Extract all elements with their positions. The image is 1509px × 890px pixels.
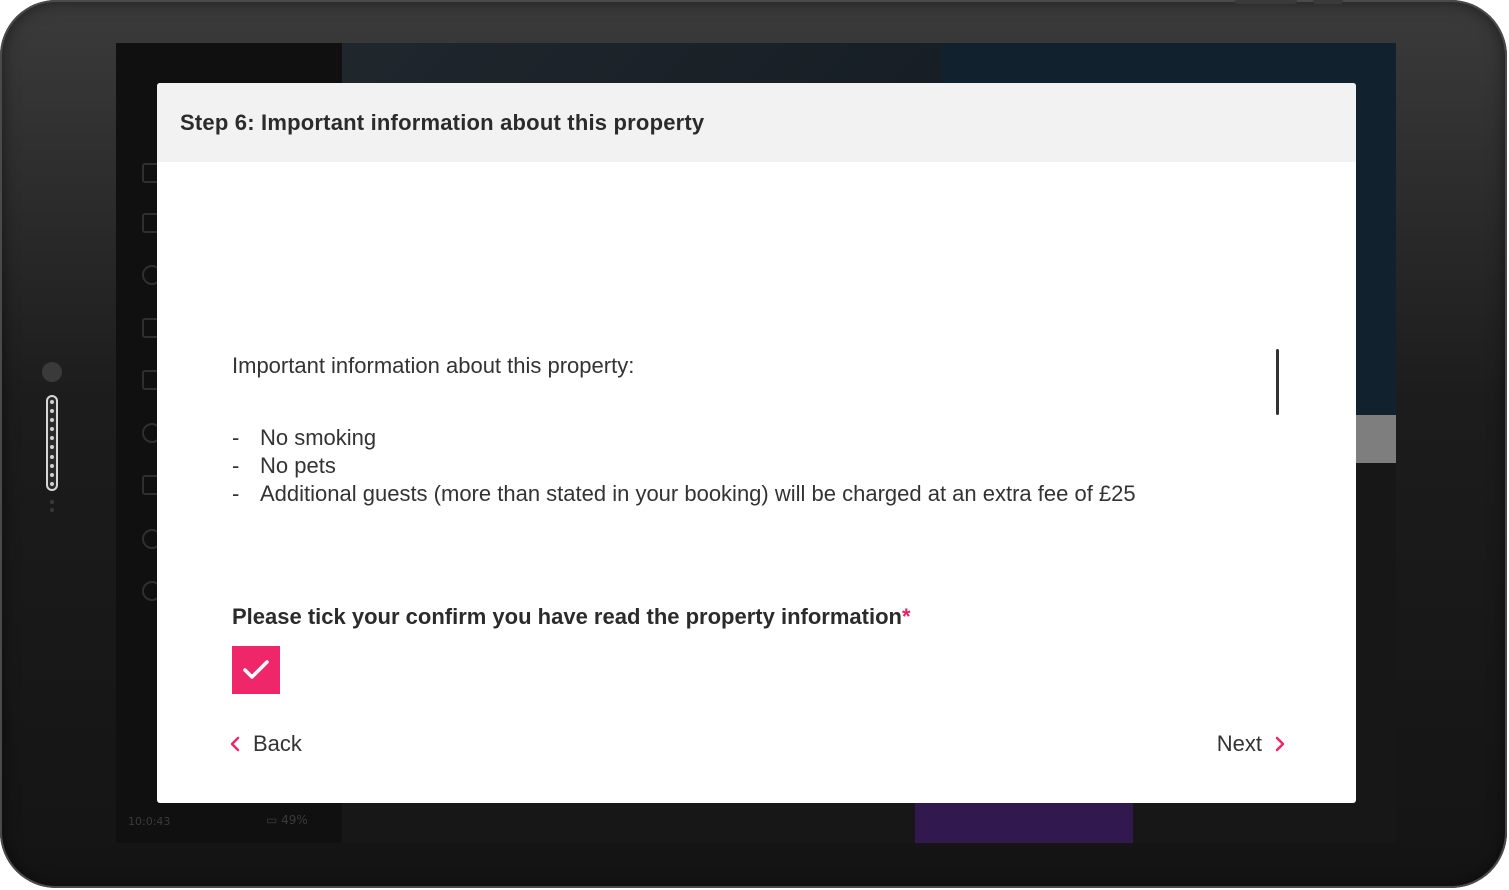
info-item-no-smoking: No smoking bbox=[232, 424, 1232, 452]
scrollbar-thumb[interactable] bbox=[1276, 349, 1279, 415]
confirm-label: Please tick your confirm you have read t… bbox=[232, 604, 911, 630]
modal-title: Step 6: Important information about this… bbox=[180, 109, 705, 135]
confirm-label-text: Please tick your confirm you have read t… bbox=[232, 604, 902, 629]
tablet-frame: 10:0:43 ▭ 49% Step 6: Important informat… bbox=[0, 0, 1507, 888]
volume-button bbox=[1313, 0, 1343, 4]
info-list: No smoking No pets Additional guests (mo… bbox=[232, 424, 1232, 508]
required-mark: * bbox=[901, 604, 911, 629]
modal-header: Step 6: Important information about this… bbox=[157, 83, 1356, 162]
chevron-right-icon bbox=[1274, 735, 1286, 753]
next-button[interactable]: Next bbox=[1217, 731, 1286, 757]
back-button[interactable]: Back bbox=[229, 731, 302, 757]
property-info-modal: Step 6: Important information about this… bbox=[157, 83, 1356, 803]
checkmark-icon bbox=[243, 660, 269, 679]
speaker-grille bbox=[46, 395, 58, 491]
confirm-checkbox[interactable] bbox=[232, 646, 280, 694]
info-item-no-pets: No pets bbox=[232, 452, 1232, 480]
back-label: Back bbox=[253, 731, 302, 756]
info-intro: Important information about this propert… bbox=[232, 353, 635, 378]
info-item-extra-guests: Additional guests (more than stated in y… bbox=[232, 480, 1232, 508]
sensor-dots bbox=[50, 500, 54, 516]
power-button bbox=[1235, 0, 1297, 4]
camera bbox=[42, 362, 62, 382]
next-label: Next bbox=[1216, 731, 1262, 756]
chevron-left-icon bbox=[229, 735, 241, 753]
